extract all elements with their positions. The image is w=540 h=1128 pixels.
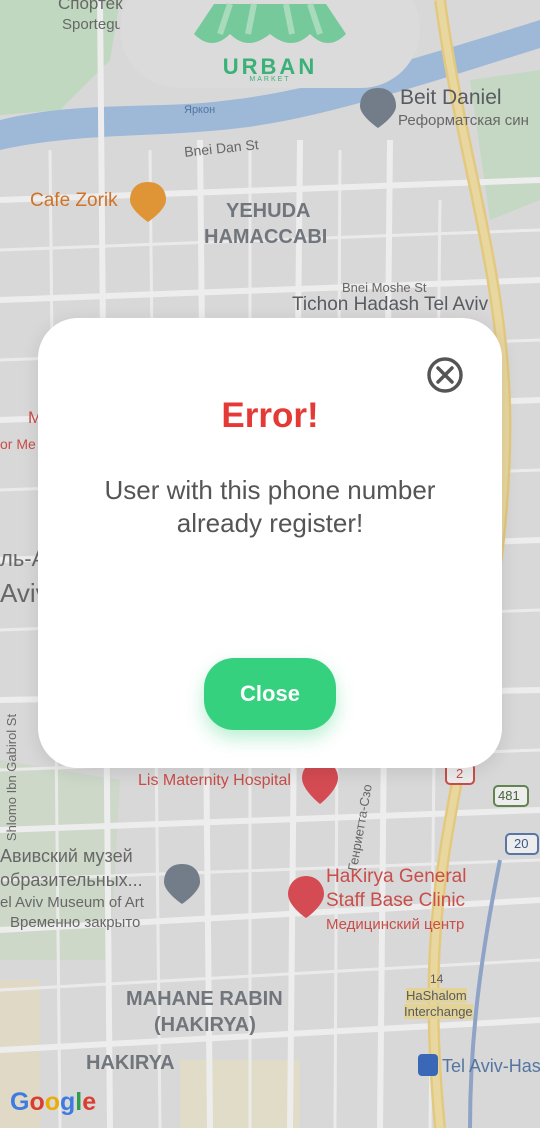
dialog-title: Error! [221,396,319,435]
error-dialog: Error! User with this phone number alrea… [38,318,502,768]
close-button[interactable]: Close [204,658,336,730]
dialog-message: User with this phone number already regi… [104,475,436,538]
close-circle-icon[interactable] [424,354,466,396]
